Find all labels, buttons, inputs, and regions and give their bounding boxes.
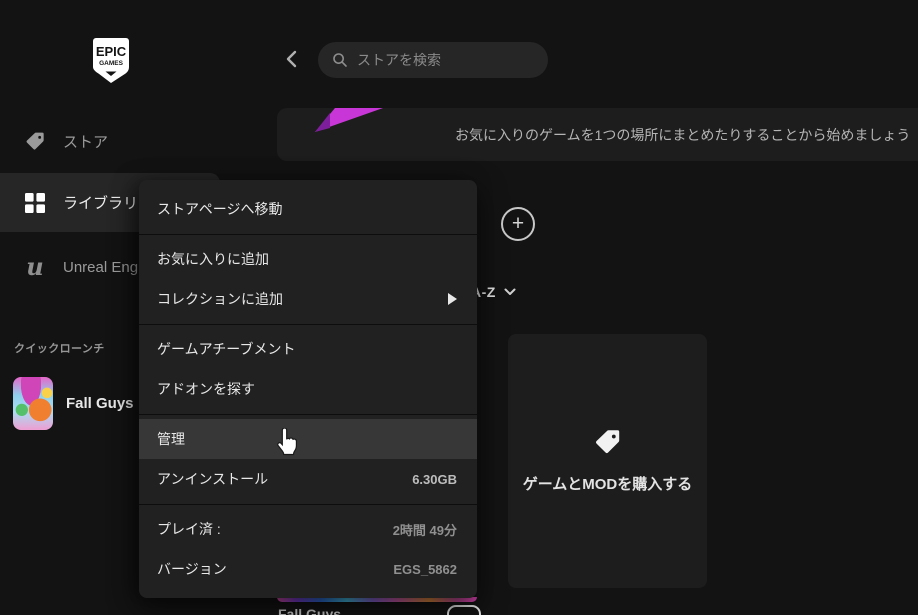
menu-item-version: バージョン EGS_5862 (157, 561, 457, 577)
buy-games-mods-card[interactable]: ゲームとMODを購入する (508, 334, 707, 588)
menu-item-find-addons[interactable]: アドオンを探す (139, 369, 477, 409)
tag-icon (594, 428, 621, 455)
tag-icon (25, 131, 45, 151)
menu-item-add-to-collection[interactable]: コレクションに追加 (139, 279, 477, 319)
uninstall-size-value: 6.30GB (412, 471, 457, 487)
add-game-button[interactable]: + (501, 207, 535, 241)
menu-divider (139, 323, 477, 325)
sidebar-item-label: ライブラリ (63, 195, 139, 212)
submenu-arrow-icon (448, 293, 457, 305)
quick-launch-heading: クイックローンチ (14, 343, 105, 355)
game-card-options-button[interactable] (447, 605, 481, 615)
menu-item-game-achievements[interactable]: ゲームアチーブメント (139, 329, 477, 369)
sort-dropdown[interactable]: A-Z (471, 283, 516, 301)
banner-ribbon-art (315, 108, 385, 134)
menu-item-manage[interactable]: 管理 (139, 419, 477, 459)
context-menu: ストアページへ移動 お気に入りに追加 コレクションに追加 ゲームアチーブメント … (139, 180, 477, 598)
version-value: EGS_5862 (393, 561, 457, 577)
sidebar-item-store[interactable]: ストア (0, 118, 220, 164)
menu-item-add-to-favorites[interactable]: お気に入りに追加 (139, 239, 477, 279)
chevron-down-icon (504, 288, 516, 296)
menu-divider (139, 233, 477, 235)
chevron-left-icon (286, 50, 297, 68)
sidebar-item-label: ストア (63, 133, 109, 151)
epic-games-logo[interactable]: EPIC GAMES (93, 38, 129, 84)
svg-text:GAMES: GAMES (99, 60, 124, 67)
fall-guys-thumbnail[interactable] (13, 377, 53, 430)
menu-item-uninstall[interactable]: アンインストール 6.30GB (139, 459, 477, 499)
quick-launch-item-title: Fall Guys (66, 394, 134, 412)
banner-message: お気に入りのゲームを1つの場所にまとめたりすることから始めましょう (455, 126, 911, 143)
back-button[interactable] (285, 50, 301, 70)
menu-divider (139, 413, 477, 415)
time-played-value: 2時間 49分 (392, 522, 457, 538)
buy-card-label: ゲームとMODを購入する (522, 476, 693, 493)
grid-icon (25, 192, 45, 213)
search-icon (332, 52, 348, 68)
menu-divider (139, 503, 477, 505)
search-placeholder: ストアを検索 (357, 52, 441, 68)
cursor-pointer-icon (272, 428, 297, 456)
menu-item-go-to-store-page[interactable]: ストアページへ移動 (139, 189, 477, 229)
game-card-title: Fall Guys (278, 606, 342, 615)
svg-text:EPIC: EPIC (96, 44, 127, 59)
menu-item-time-played: プレイ済 : 2時間 49分 (157, 521, 457, 538)
unreal-engine-icon: u (26, 252, 44, 281)
library-intro-banner: お気に入りのゲームを1つの場所にまとめたりすることから始めましょう (277, 108, 918, 161)
epic-games-launcher-window: { "header": { "search": { "placeholder":… (0, 0, 918, 615)
plus-icon: + (511, 211, 525, 235)
store-search-input[interactable]: ストアを検索 (318, 42, 548, 78)
